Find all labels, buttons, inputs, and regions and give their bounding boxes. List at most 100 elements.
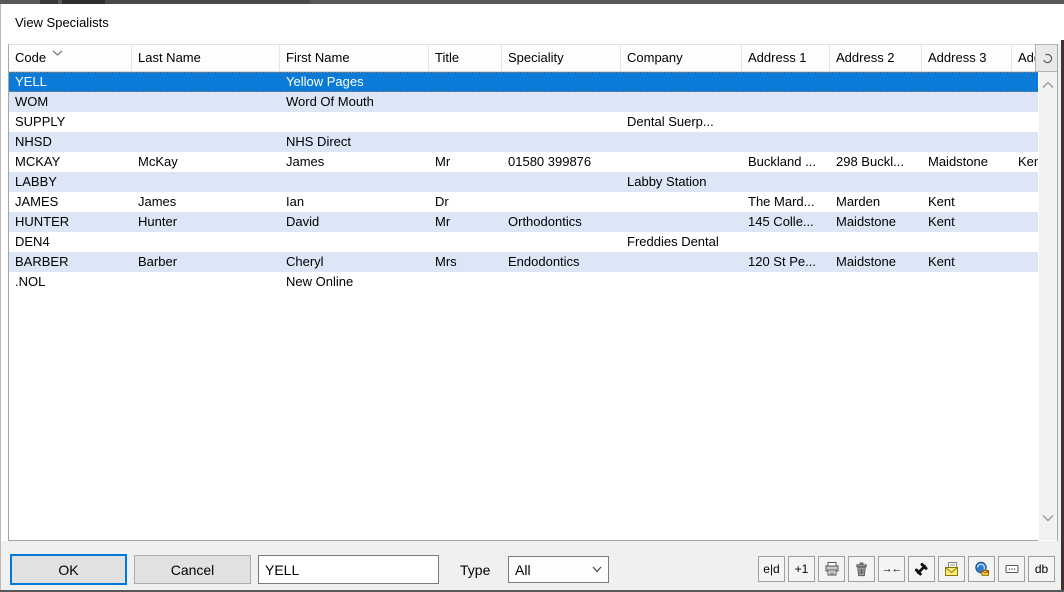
table-cell [132,72,280,92]
table-row[interactable]: SUPPLYDental Suerp... [9,112,1038,132]
table-cell [280,172,429,192]
table-cell: James [132,192,280,212]
table-cell: WOM [9,92,132,112]
label-button[interactable] [998,556,1025,582]
table-cell [502,112,621,132]
table-cell [621,272,742,292]
table-row[interactable]: BARBERBarberCherylMrsEndodontics120 St P… [9,252,1038,272]
add-one-button[interactable]: +1 [788,556,815,582]
merge-button[interactable]: →← [878,556,905,582]
table-row[interactable]: JAMESJamesIanDrThe Mard...MardenKent [9,192,1038,212]
table-cell [621,72,742,92]
phone-button[interactable] [908,556,935,582]
table-row[interactable]: NHSDNHS Direct [9,132,1038,152]
table-cell [429,232,502,252]
column-header-first-name[interactable]: First Name [280,45,429,71]
table-cell [1012,112,1038,132]
table-cell [922,112,1012,132]
column-header-address-1[interactable]: Address 1 [742,45,830,71]
table-cell [742,232,830,252]
table-cell: Mr [429,152,502,172]
merge-arrows-icon: →← [882,563,902,575]
table-cell: JAMES [9,192,132,212]
table-cell [132,92,280,112]
table-cell [132,112,280,132]
edit-record-button[interactable]: e|d [758,556,785,582]
database-button[interactable]: db [1028,556,1055,582]
scroll-up-icon[interactable] [1039,76,1057,93]
table-cell: Word Of Mouth [280,92,429,112]
table-cell: New Online [280,272,429,292]
table-cell: The Mard... [742,192,830,212]
table-cell [280,232,429,252]
type-dropdown-value: All [515,562,531,578]
column-header-title[interactable]: Title [429,45,502,71]
table-cell [742,92,830,112]
type-dropdown[interactable]: All [508,556,609,583]
table-cell: Maidstone [830,252,922,272]
table-cell [132,172,280,192]
table-cell: MCKAY [9,152,132,172]
table-cell: Kent [922,212,1012,232]
scroll-down-icon[interactable] [1039,509,1057,526]
vertical-scrollbar[interactable] [1039,72,1057,540]
table-cell: Kent [1012,152,1038,172]
mail-button[interactable] [938,556,965,582]
email-button[interactable] [968,556,995,582]
column-header-address-3[interactable]: Address 3 [922,45,1012,71]
cancel-button[interactable]: Cancel [134,555,251,584]
table-cell: David [280,212,429,232]
table-cell [502,272,621,292]
column-header-company[interactable]: Company [621,45,742,71]
table-cell [621,212,742,232]
table-cell [429,92,502,112]
table-cell: Maidstone [830,212,922,232]
table-cell [1012,272,1038,292]
table-cell: DEN4 [9,232,132,252]
column-options-button[interactable] [1035,44,1059,72]
table-row[interactable]: HUNTERHunterDavidMrOrthodontics145 Colle… [9,212,1038,232]
table-cell [830,72,922,92]
table-cell [132,272,280,292]
code-search-input[interactable] [258,555,439,584]
table-cell [132,232,280,252]
database-icon: db [1035,562,1048,576]
table-cell: Yellow Pages [280,72,429,92]
table-cell: NHS Direct [280,132,429,152]
table-cell [132,132,280,152]
table-cell [830,272,922,292]
table-cell [742,132,830,152]
print-button[interactable] [818,556,845,582]
mail-icon [944,561,960,577]
table-row[interactable]: .NOLNew Online [9,272,1038,292]
table-cell: Mrs [429,252,502,272]
table-cell [830,92,922,112]
table-row[interactable]: LABBYLabby Station [9,172,1038,192]
table-cell: 298 Buckl... [830,152,922,172]
table-row[interactable]: WOM Word Of Mouth [9,92,1038,112]
add-one-icon: +1 [795,562,809,576]
table-cell: James [280,152,429,172]
table-cell [922,72,1012,92]
table-cell [830,172,922,192]
table-cell: 01580 399876 [502,152,621,172]
table-cell [1012,92,1038,112]
phone-icon [914,562,929,577]
table-cell: Ian [280,192,429,212]
delete-button[interactable] [848,556,875,582]
table-cell: Kent [922,252,1012,272]
table-row[interactable]: MCKAYMcKayJamesMr01580 399876Buckland ..… [9,152,1038,172]
table-cell [621,152,742,172]
table-cell [621,92,742,112]
table-cell [1012,192,1038,212]
table-row[interactable]: YELLYellow Pages [9,72,1038,92]
card-icon [1004,561,1020,577]
column-header-last-name[interactable]: Last Name [132,45,280,71]
table-row[interactable]: DEN4Freddies Dental [9,232,1038,252]
column-header-speciality[interactable]: Speciality [502,45,621,71]
table-cell [502,92,621,112]
column-header-address-2[interactable]: Address 2 [830,45,922,71]
table-cell: Kent [922,192,1012,212]
ok-button[interactable]: OK [10,554,127,585]
column-header-code[interactable]: Code [9,45,132,71]
